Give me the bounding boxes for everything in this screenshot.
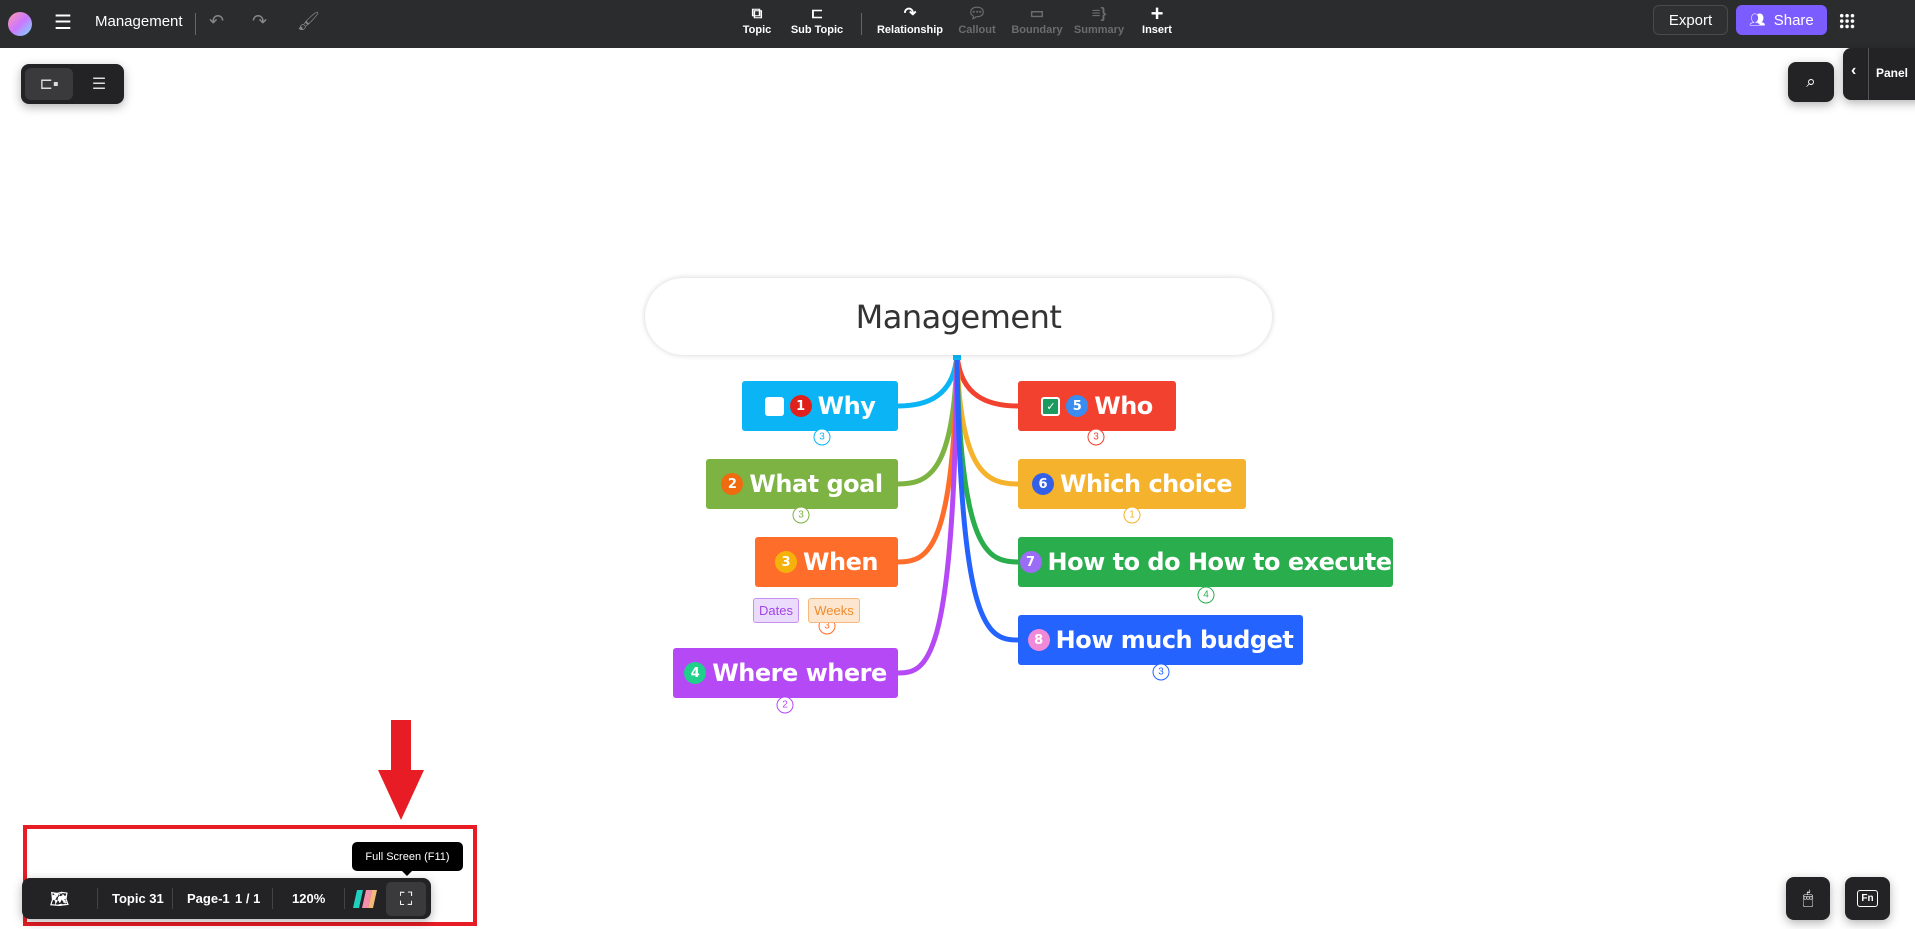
checkbox-unchecked-icon[interactable] (764, 396, 784, 416)
priority-badge-icon: 1 (789, 395, 812, 417)
topic-node[interactable]: 2 What goal (706, 459, 898, 509)
topic-node[interactable]: 8 How much budget (1018, 615, 1303, 665)
bottom-status-bar: 🗺︎ Topic 31 Page-1 1 / 1 120% ⛶ (22, 878, 431, 919)
topic-node[interactable]: 7 How to do How to execute (1018, 537, 1393, 587)
collapsed-count[interactable]: 3 (813, 428, 831, 446)
collapsed-count[interactable]: 1 (1123, 506, 1141, 524)
topic-label: How much budget (1055, 626, 1294, 654)
connector-5 (954, 353, 1019, 409)
topic-label: How to do How to execute (1047, 548, 1392, 576)
topic-label: When (803, 548, 878, 576)
topic-label: Where where (712, 659, 887, 687)
page-selector[interactable]: Page-1 (187, 878, 230, 919)
topic-node[interactable]: 1 Why (742, 381, 898, 431)
priority-badge-icon: 2 (721, 473, 744, 495)
collapsed-count[interactable]: 4 (1197, 586, 1215, 604)
mouse-mode-button[interactable]: 🖱︎ (1786, 877, 1830, 920)
outline-map-icon[interactable]: 🗺︎ (50, 878, 69, 919)
zoom-level[interactable]: 120% (292, 878, 325, 919)
topic-label: Why (817, 392, 876, 420)
label-tag[interactable]: Dates (753, 598, 799, 623)
topic-label: What goal (749, 470, 883, 498)
branch-connectors (897, 352, 1019, 676)
tooltip-pointer (402, 871, 412, 876)
collapsed-count[interactable]: 3 (792, 506, 810, 524)
collapsed-count[interactable]: 3 (1152, 663, 1170, 681)
root-topic-label: Management (855, 297, 1062, 336)
topic-label: Which choice (1060, 470, 1232, 498)
fullscreen-button[interactable]: ⛶ (386, 882, 426, 916)
tooltip-text: Full Screen (F11) (365, 850, 450, 863)
annotation-arrow (378, 720, 424, 820)
fullscreen-icon: ⛶ (399, 888, 413, 909)
connector-6 (954, 353, 1019, 487)
checkbox-checked-icon[interactable]: ✓ (1041, 396, 1061, 416)
function-keys-button[interactable]: Fn (1845, 877, 1890, 920)
label-tag[interactable]: Weeks (808, 598, 860, 623)
root-topic[interactable]: Management (645, 278, 1272, 355)
topic-node[interactable]: 6 Which choice (1018, 459, 1246, 509)
priority-badge-icon: 3 (775, 551, 798, 573)
priority-badge-icon: 6 (1032, 473, 1054, 495)
topic-label: Who (1094, 392, 1153, 420)
priority-badge-icon: 5 (1066, 395, 1089, 417)
connector-2 (897, 353, 960, 487)
fn-key-icon: Fn (1857, 890, 1878, 907)
priority-badge-icon: 4 (684, 662, 707, 684)
app-logo-icon[interactable] (353, 878, 377, 919)
fullscreen-tooltip: Full Screen (F11) (352, 842, 463, 876)
mouse-icon: 🖱︎ (1802, 888, 1814, 908)
priority-badge-icon: 7 (1019, 551, 1042, 573)
priority-badge-icon: 8 (1027, 629, 1050, 651)
topic-node[interactable]: ✓ 5 Who (1018, 381, 1176, 431)
topic-node[interactable]: 3 When (755, 537, 898, 587)
page-index: 1 / 1 (235, 891, 261, 906)
collapsed-count[interactable]: 3 (1087, 428, 1105, 446)
topic-node[interactable]: 4 Where where (673, 648, 898, 698)
connector-1 (897, 353, 960, 409)
topic-count: Topic 31 (112, 891, 164, 906)
collapsed-count[interactable]: 2 (776, 696, 794, 714)
